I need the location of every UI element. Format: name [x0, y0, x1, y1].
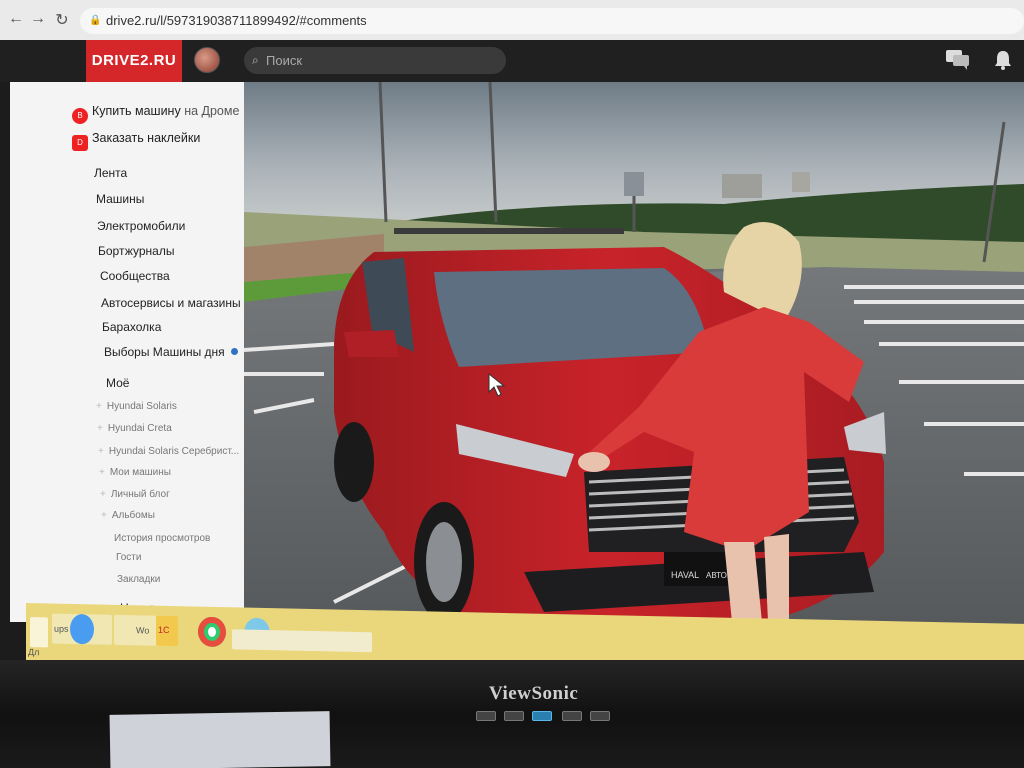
sidebar-item-logbooks[interactable]: Бортжурналы [98, 244, 174, 258]
license-plate [664, 552, 734, 586]
section-mine-heading[interactable]: Моё [106, 376, 129, 390]
promo-buy-car[interactable]: B Купить машину на Дроме [72, 104, 239, 124]
promo-buy-car-suffix: на Дроме [184, 104, 240, 118]
sidebar: B Купить машину на Дроме D Заказать наклей… [10, 82, 258, 622]
start-icon[interactable] [30, 617, 48, 648]
address-bar[interactable]: 🔒 drive2.ru/l/597319038711899492/#commen… [80, 8, 1024, 34]
chrome-icon[interactable] [198, 616, 226, 648]
sidebar-item-market[interactable]: Барахолка [102, 320, 161, 334]
url-text: drive2.ru/l/597319038711899492/#comments [106, 13, 367, 28]
hand [578, 452, 610, 472]
promo-stickers[interactable]: D Заказать наклейки [72, 131, 200, 151]
mine-item-label: Мои машины [109, 467, 171, 478]
active-window-tab[interactable] [232, 629, 372, 653]
paper-on-desk [109, 711, 331, 768]
site-logo[interactable]: DRIVE2.RU [86, 40, 182, 82]
new-indicator-dot [230, 348, 238, 355]
reload-icon[interactable]: ↻ [52, 10, 72, 30]
1c-icon[interactable]: 1С [156, 615, 178, 647]
sidebar-item-feed[interactable]: Лента [94, 166, 127, 180]
building [722, 174, 762, 198]
rear-wheel [334, 422, 374, 502]
taskbar-item-label: 1С [158, 624, 170, 636]
road-sign [624, 172, 644, 196]
monitor-button[interactable] [562, 711, 582, 721]
sticker-icon: D [72, 135, 88, 151]
post-photo[interactable]: HAVAL АВТОР [244, 82, 1024, 642]
mine-item[interactable]: История просмотров [114, 533, 210, 544]
messages-icon[interactable] [946, 50, 970, 75]
mine-item[interactable]: + Hyundai Creta [97, 423, 172, 434]
mine-item[interactable]: + Hyundai Solaris Серебрист... [98, 446, 239, 457]
sidebar-item-communities[interactable]: Сообщества [100, 269, 170, 283]
back-icon[interactable]: ← [6, 10, 26, 28]
monitor-button[interactable] [504, 711, 524, 721]
search-placeholder: Поиск [266, 53, 303, 68]
windshield [434, 268, 709, 367]
sidebar-item-car-of-day[interactable]: Выборы Машины дня [104, 345, 238, 359]
monitor-button[interactable] [590, 711, 610, 721]
ie-icon[interactable] [70, 613, 94, 645]
mine-item[interactable]: + Мои машины [99, 467, 171, 478]
building [792, 172, 810, 192]
mine-item[interactable]: + Hyundai Solaris [96, 401, 177, 412]
monitor-brand: ViewSonic [489, 683, 579, 704]
mine-item[interactable]: + Личный блог [100, 489, 170, 500]
sidebar-item-electric[interactable]: Электромобили [97, 219, 185, 233]
taskbar-item-label: Wo [136, 625, 150, 636]
mine-item[interactable]: + Альбомы [101, 510, 155, 521]
browser-toolbar: ← → ↻ 🔒 drive2.ru/l/597319038711899492/#… [0, 0, 1024, 40]
photo-of-monitor: ← → ↻ 🔒 drive2.ru/l/597319038711899492/#… [0, 0, 1024, 768]
mine-item-label: Hyundai Solaris Серебрист... [108, 446, 240, 457]
plate-text: HAVAL [671, 570, 699, 580]
site-header: DRIVE2.RU ⌕ Поиск [0, 40, 1024, 82]
bell-icon[interactable] [994, 50, 1012, 75]
mine-item-label: Hyundai Solaris [106, 401, 177, 412]
car-photo-illustration: HAVAL АВТОР [244, 82, 1024, 642]
mine-item-label: Личный блог [110, 489, 170, 500]
power-button[interactable] [532, 711, 552, 721]
search-icon: ⌕ [252, 53, 259, 67]
mine-item-label: Hyundai Creta [107, 423, 172, 434]
roof-rack [394, 228, 624, 234]
mine-item-label: Альбомы [111, 510, 155, 521]
drom-icon: B [72, 108, 88, 124]
search-input[interactable]: ⌕ Поиск [244, 47, 506, 74]
forward-icon[interactable]: → [28, 10, 48, 28]
side-mirror [344, 330, 399, 357]
sidebar-item-car-of-day-label: Выборы Машины дня [104, 345, 225, 359]
front-rim [426, 522, 462, 602]
monitor-button[interactable] [476, 711, 496, 721]
promo-stickers-label: Заказать наклейки [92, 131, 201, 145]
taskbar-label: Дл [28, 647, 40, 658]
sidebar-item-cars[interactable]: Машины [96, 192, 144, 206]
mine-item[interactable]: Закладки [117, 574, 160, 585]
mine-item[interactable]: Гости [116, 552, 141, 563]
sidebar-item-services[interactable]: Автосервисы и магазины [101, 296, 241, 310]
lock-icon: 🔒 [89, 15, 102, 26]
avatar[interactable] [194, 47, 220, 73]
promo-buy-car-label: Купить машину [92, 104, 181, 118]
taskbar-item-label: ups [54, 623, 69, 634]
